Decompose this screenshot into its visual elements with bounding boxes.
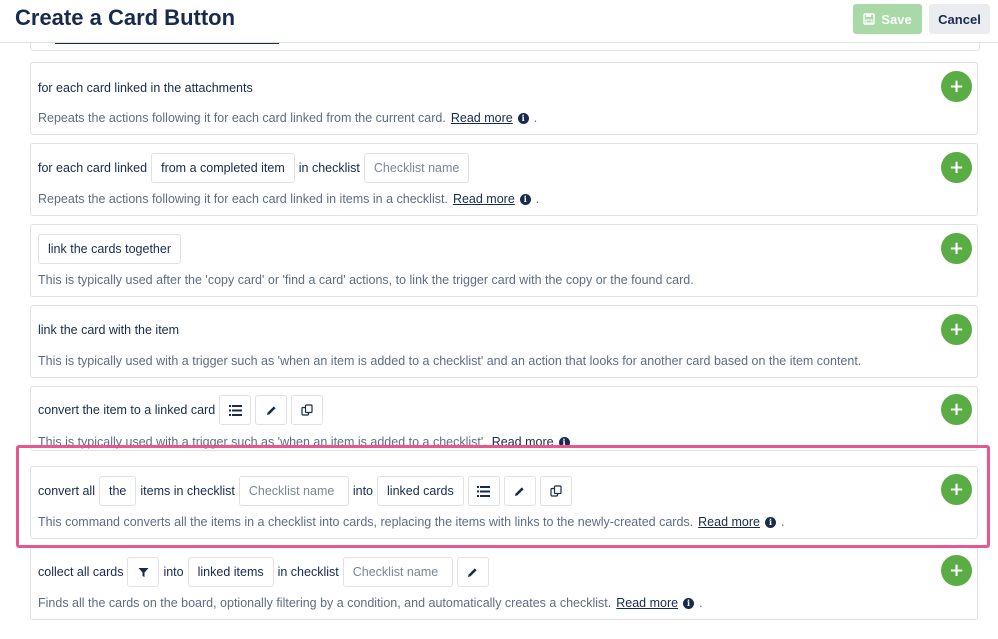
action-description: This is typically used after the 'copy c… xyxy=(38,273,694,287)
read-more-link[interactable]: Read more xyxy=(616,596,678,610)
action-row: convert all the items in checklist Check… xyxy=(38,476,572,506)
plus-icon: + xyxy=(949,159,964,177)
page-title: Create a Card Button xyxy=(15,5,235,31)
filter-icon xyxy=(138,567,149,578)
cancel-button[interactable]: Cancel xyxy=(929,4,990,34)
copy-button[interactable] xyxy=(291,395,323,425)
trailing-period: . xyxy=(699,596,702,610)
info-icon: i xyxy=(683,598,694,609)
read-more-link[interactable]: Read more xyxy=(492,435,554,449)
info-icon: i xyxy=(765,517,776,528)
read-more-link[interactable]: Read more xyxy=(453,192,515,206)
action-description: This command converts all the items in a… xyxy=(38,515,784,529)
checklist-name-input[interactable]: Checklist name xyxy=(343,557,453,587)
action-label: for each card linked in the attachments xyxy=(38,81,253,95)
plus-icon: + xyxy=(949,240,964,258)
action-label: link the card with the item xyxy=(38,323,179,337)
action-label: convert the item to a linked card xyxy=(38,403,215,417)
target-select[interactable]: linked items xyxy=(188,557,274,587)
action-description: Repeats the actions following it for eac… xyxy=(38,111,537,125)
action-label: collect all cards xyxy=(38,565,123,579)
add-action-button[interactable]: + xyxy=(941,152,972,183)
action-label-middle: items in checklist xyxy=(140,484,234,498)
action-row: link the cards together xyxy=(38,234,181,264)
info-icon: i xyxy=(518,113,529,124)
quantifier-select[interactable]: the xyxy=(99,476,136,506)
action-card-convert-item: convert the item to a linked card This i… xyxy=(30,386,978,451)
target-select[interactable]: linked cards xyxy=(377,476,464,506)
description-text: Repeats the actions following it for eac… xyxy=(38,111,446,125)
info-icon: i xyxy=(559,437,570,448)
action-label-into: into xyxy=(353,484,373,498)
action-description: Finds all the cards on the board, option… xyxy=(38,596,703,610)
add-action-button[interactable]: + xyxy=(941,233,972,264)
description-text: Finds all the cards on the board, option… xyxy=(38,596,611,610)
description-text: This is typically used after the 'copy c… xyxy=(38,273,694,287)
save-label: Save xyxy=(881,12,911,27)
action-label-into: into xyxy=(163,565,183,579)
read-more-link[interactable]: Read more xyxy=(698,515,760,529)
copy-icon xyxy=(301,404,313,416)
action-card-for-each-checklist-item: for each card linked from a completed it… xyxy=(30,143,978,216)
list-format-button[interactable] xyxy=(468,476,500,506)
link-cards-together-select[interactable]: link the cards together xyxy=(38,234,181,264)
action-label-middle: in checklist xyxy=(299,161,360,175)
action-card-collect-cards: collect all cards into linked items in c… xyxy=(30,547,978,620)
floppy-disk-icon xyxy=(863,13,875,25)
previous-action-card xyxy=(30,42,980,51)
previous-card-link-remnant xyxy=(55,43,279,44)
trailing-period: . xyxy=(781,515,784,529)
list-icon xyxy=(229,405,242,416)
copy-button[interactable] xyxy=(540,476,572,506)
plus-icon: + xyxy=(949,401,964,419)
plus-icon: + xyxy=(949,321,964,339)
edit-button[interactable] xyxy=(255,395,287,425)
filter-button[interactable] xyxy=(127,557,159,587)
action-card-link-card-item: link the card with the item This is typi… xyxy=(30,305,978,378)
edit-button[interactable] xyxy=(457,557,489,587)
plus-icon: + xyxy=(949,481,964,499)
list-icon xyxy=(477,486,490,497)
action-row: for each card linked from a completed it… xyxy=(38,153,469,183)
add-action-button[interactable]: + xyxy=(941,314,972,345)
action-card-link-cards: link the cards together This is typicall… xyxy=(30,224,978,297)
action-row: for each card linked in the attachments xyxy=(38,73,253,103)
copy-icon xyxy=(550,485,562,497)
action-row: link the card with the item xyxy=(38,315,179,345)
description-text: This command converts all the items in a… xyxy=(38,515,693,529)
page-header: Create a Card Button Save Cancel xyxy=(0,0,998,43)
add-action-button[interactable]: + xyxy=(941,71,972,102)
action-label: convert all xyxy=(38,484,95,498)
read-more-link[interactable]: Read more xyxy=(451,111,513,125)
description-text: This is typically used with a trigger su… xyxy=(38,435,487,449)
description-text: This is typically used with a trigger su… xyxy=(38,354,861,368)
action-row: collect all cards into linked items in c… xyxy=(38,557,489,587)
pencil-icon xyxy=(514,486,525,497)
action-card-convert-all-items: convert all the items in checklist Check… xyxy=(30,466,978,539)
action-description: Repeats the actions following it for eac… xyxy=(38,192,539,206)
description-text: Repeats the actions following it for eac… xyxy=(38,192,448,206)
add-action-button[interactable]: + xyxy=(941,394,972,425)
checklist-name-input[interactable]: Checklist name xyxy=(364,153,469,183)
action-label-middle: in checklist xyxy=(278,565,339,579)
mode-select[interactable]: from a completed item xyxy=(151,153,295,183)
action-description: This is typically used with a trigger su… xyxy=(38,435,570,449)
list-format-button[interactable] xyxy=(219,395,251,425)
checklist-name-input[interactable]: Checklist name xyxy=(239,476,349,506)
trailing-period: . xyxy=(536,192,539,206)
action-row: convert the item to a linked card xyxy=(38,395,323,425)
action-label: for each card linked xyxy=(38,161,147,175)
pencil-icon xyxy=(467,567,478,578)
add-action-button[interactable]: + xyxy=(941,555,972,586)
plus-icon: + xyxy=(949,78,964,96)
action-card-for-each-attachment: for each card linked in the attachments … xyxy=(30,62,978,135)
plus-icon: + xyxy=(949,562,964,580)
info-icon: i xyxy=(520,194,531,205)
add-action-button[interactable]: + xyxy=(941,474,972,505)
edit-button[interactable] xyxy=(504,476,536,506)
action-description: This is typically used with a trigger su… xyxy=(38,354,861,368)
trailing-period: . xyxy=(534,111,537,125)
save-button[interactable]: Save xyxy=(853,4,922,34)
pencil-icon xyxy=(266,405,277,416)
